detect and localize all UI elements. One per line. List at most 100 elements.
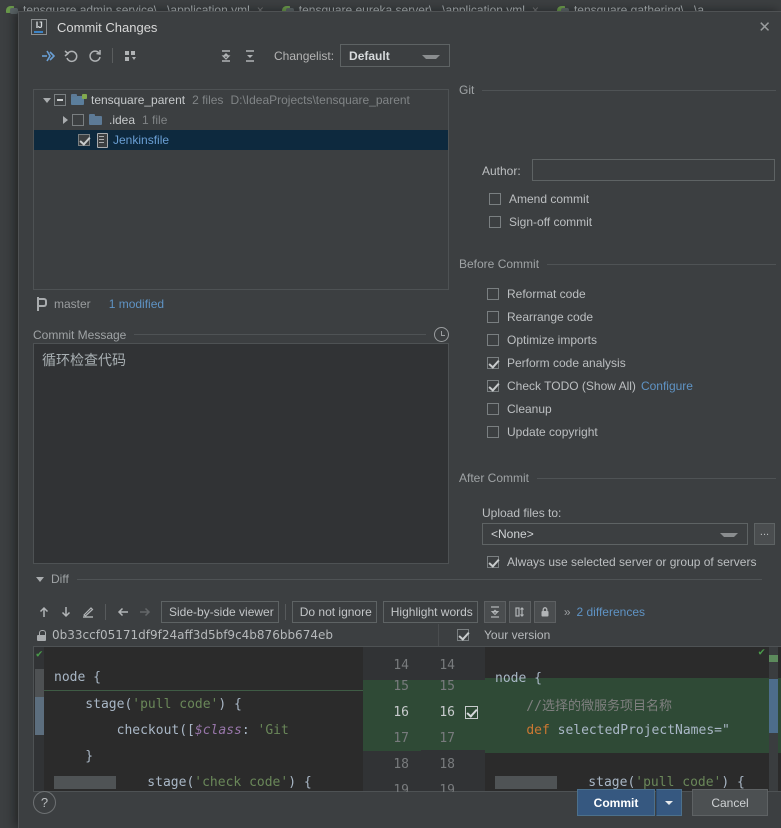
left-line-number: 15 — [393, 678, 409, 694]
section-divider — [482, 89, 776, 91]
configure-link[interactable]: Configure — [641, 379, 693, 393]
changelist-dropdown[interactable]: Default — [340, 44, 451, 67]
tree-checkbox[interactable] — [72, 114, 84, 126]
modified-count[interactable]: 1 modified — [109, 297, 164, 311]
tree-row-idea[interactable]: .idea 1 file — [34, 110, 448, 130]
reformat-code-checkbox-row[interactable]: Reformat code — [487, 287, 586, 301]
perform-code-analysis-checkbox[interactable] — [487, 357, 499, 369]
upload-server-dropdown[interactable]: <None> — [482, 523, 748, 545]
changed-files-tree[interactable]: tensquare_parent 2 files D:\IdeaProjects… — [33, 89, 449, 290]
perform-code-analysis-checkbox-row[interactable]: Perform code analysis — [487, 356, 626, 370]
amend-commit-checkbox[interactable] — [489, 193, 501, 205]
code-line: //选择的微服务项目名称 — [485, 691, 767, 717]
check-todo-checkbox-row[interactable]: Check TODO (Show All) Configure — [487, 379, 693, 393]
section-divider — [537, 477, 776, 479]
left-revision-panel[interactable]: 0b33ccf05171df9f24aff3d5bf9c4b876bb674eb — [33, 624, 439, 646]
always-use-server-checkbox[interactable] — [487, 556, 499, 568]
code-token: stage( — [54, 696, 133, 712]
collapse-all-icon[interactable] — [238, 45, 262, 67]
cleanup-checkbox-row[interactable]: Cleanup — [487, 402, 552, 416]
tree-row-jenkinsfile[interactable]: Jenkinsfile — [34, 130, 448, 150]
rearrange-code-checkbox-row[interactable]: Rearrange code — [487, 310, 593, 324]
before-commit-section-header: Before Commit — [459, 257, 781, 271]
code-token: } — [54, 748, 94, 764]
toolbar-separator — [105, 604, 106, 620]
update-copyright-checkbox-row[interactable]: Update copyright — [487, 425, 598, 439]
code-token: 'pull code' — [132, 696, 219, 712]
help-button[interactable]: ? — [33, 791, 56, 814]
code-token: node { — [495, 670, 542, 686]
sign-off-commit-checkbox[interactable] — [489, 216, 501, 228]
reformat-code-checkbox[interactable] — [487, 288, 499, 300]
collapse-unchanged-icon[interactable] — [483, 601, 506, 623]
diff-right-editor[interactable]: ✔ node { //选择的微服务项目名称 def selectedProjec… — [485, 646, 781, 792]
arrow-down-icon[interactable] — [55, 601, 77, 623]
twisty-down-icon[interactable] — [40, 97, 54, 103]
diff-section-header[interactable]: Diff — [33, 572, 768, 586]
folder-icon — [89, 113, 104, 127]
before-commit-title: Before Commit — [459, 257, 540, 271]
header-divider — [134, 334, 426, 335]
right-line-number: 14 — [439, 657, 455, 673]
right-revision-panel[interactable]: Your version — [439, 624, 781, 646]
expand-all-icon[interactable] — [214, 45, 238, 67]
cleanup-checkbox[interactable] — [487, 403, 499, 415]
left-line-number: 14 — [393, 657, 409, 673]
check-todo-checkbox[interactable] — [487, 380, 499, 392]
pencil-icon[interactable] — [77, 601, 99, 623]
sign-off-commit-label: Sign-off commit — [509, 215, 593, 229]
always-use-server-checkbox-row[interactable]: Always use selected server or group of s… — [487, 555, 756, 569]
tree-row-tensquare-parent[interactable]: tensquare_parent 2 files D:\IdeaProjects… — [34, 90, 448, 110]
left-line-number: 16 — [393, 704, 409, 720]
close-icon[interactable]: ✕ — [758, 18, 771, 36]
revert-icon[interactable] — [59, 45, 83, 67]
code-token: : — [241, 722, 258, 738]
clock-icon[interactable] — [434, 327, 449, 342]
sign-off-commit-checkbox-row[interactable]: Sign-off commit — [489, 215, 592, 229]
viewer-mode-dropdown[interactable]: Side-by-side viewer — [161, 601, 279, 623]
more-actions-icon[interactable]: » — [564, 605, 571, 619]
optimize-imports-checkbox[interactable] — [487, 334, 499, 346]
commit-options-panel: Git Author: Amend commit Sign-off commit… — [459, 69, 781, 569]
reformat-code-label: Reformat code — [507, 287, 586, 301]
commit-message-input[interactable]: 循环检查代码 — [33, 343, 449, 564]
twisty-down-icon[interactable] — [33, 576, 47, 582]
commit-main-area: tensquare_parent 2 files D:\IdeaProjects… — [19, 69, 781, 569]
refresh-icon[interactable] — [83, 45, 107, 67]
cancel-button[interactable]: Cancel — [692, 789, 768, 816]
twisty-right-icon[interactable] — [58, 116, 72, 124]
update-copyright-checkbox[interactable] — [487, 426, 499, 438]
tree-row-label: .idea — [109, 113, 136, 127]
tree-checkbox[interactable] — [78, 134, 90, 146]
optimize-imports-checkbox-row[interactable]: Optimize imports — [487, 333, 597, 347]
ignore-mode-dropdown[interactable]: Do not ignore — [291, 601, 377, 623]
accept-change-checkbox[interactable] — [465, 705, 478, 719]
toolbar-separator — [112, 48, 113, 63]
diff-left-editor[interactable]: ✔ node { stage('pull code') { checkout([… — [33, 646, 363, 792]
read-only-lock-icon[interactable] — [533, 601, 556, 623]
amend-commit-checkbox-row[interactable]: Amend commit — [489, 192, 589, 206]
highlight-mode-dropdown[interactable]: Highlight words — [382, 601, 478, 623]
browse-servers-button[interactable]: ... — [754, 523, 775, 545]
change-marker[interactable] — [35, 669, 44, 697]
arrow-left-icon[interactable] — [112, 601, 134, 623]
code-token: def — [526, 722, 550, 738]
section-divider — [76, 578, 762, 580]
code-line: checkout([$class: 'Git — [44, 717, 363, 743]
changelist-label: Changelist: — [274, 48, 335, 63]
commit-dropdown-button[interactable] — [656, 789, 682, 816]
changelist-value: Default — [349, 48, 390, 63]
author-input[interactable] — [532, 159, 775, 181]
editor-scrollbar-thumb[interactable] — [769, 679, 778, 733]
your-version-checkbox[interactable] — [457, 629, 469, 641]
branch-status-bar: master 1 modified — [35, 297, 164, 311]
show-whitespace-icon[interactable] — [508, 601, 531, 623]
arrow-up-icon[interactable] — [33, 601, 55, 623]
commit-button[interactable]: Commit — [577, 789, 655, 816]
change-marker[interactable] — [35, 697, 44, 735]
tree-checkbox[interactable] — [54, 94, 66, 106]
rearrange-code-checkbox[interactable] — [487, 311, 499, 323]
show-diff-icon[interactable] — [35, 45, 59, 67]
group-by-icon[interactable] — [118, 45, 142, 67]
